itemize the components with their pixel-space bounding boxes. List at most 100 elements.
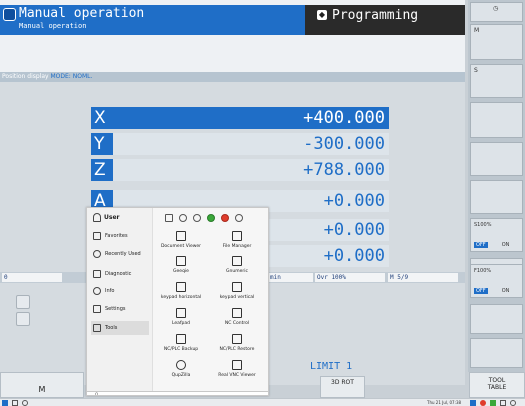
spindle-off-on: OFF ON — [474, 242, 510, 248]
image-icon — [176, 256, 186, 266]
axis-row-y: Y -300.000 — [91, 133, 389, 155]
start-icon[interactable] — [2, 400, 8, 406]
vnc-icon — [232, 360, 242, 370]
softkey-3d-rot[interactable]: 3D ROT — [320, 376, 365, 398]
feed-override-label: F100% — [474, 268, 492, 274]
spindle-override-button[interactable]: S100% OFF ON — [470, 218, 523, 252]
start-menu: User Favorites Recently Used Diagnostic … — [86, 207, 269, 396]
info-icon: ◷ — [493, 5, 499, 12]
header: Manual operation Manual operation ◆ Prog… — [0, 0, 465, 72]
clock-icon — [93, 250, 101, 258]
left-tool-button[interactable] — [16, 312, 30, 326]
spreadsheet-icon — [232, 256, 242, 266]
s-function-button[interactable]: S — [470, 64, 523, 98]
mode-label: Programming — [332, 8, 419, 23]
menu-item-favorites[interactable]: Favorites — [91, 229, 149, 243]
programming-icon: ◆ — [317, 10, 327, 20]
left-tool-button[interactable] — [16, 295, 30, 309]
alert-icon[interactable] — [480, 400, 486, 406]
menu-item-settings[interactable]: Settings — [91, 302, 149, 316]
app-gnumeric[interactable]: Gnumeric — [209, 254, 265, 280]
position-display-bar: Position display MODE: NOML. — [0, 72, 465, 82]
app-keypad-vertical[interactable]: keypad vertical — [209, 280, 265, 306]
app-qupzilla[interactable]: QupZilla — [153, 358, 209, 384]
status-t: 0 — [2, 273, 62, 282]
switch-user-icon[interactable] — [193, 214, 201, 222]
tool-table-line1: TOOL — [488, 377, 506, 384]
blank-softkey[interactable] — [470, 142, 523, 176]
position-display-label: Position display — [2, 73, 49, 80]
axis-row-z: Z +788.000 — [91, 159, 389, 181]
app-document-viewer[interactable]: Document Viewer — [153, 229, 209, 255]
status-feed: min — [268, 273, 313, 282]
blank-softkey[interactable] — [470, 180, 523, 214]
softkey-tool-table[interactable]: TOOL TABLE — [469, 372, 525, 398]
lock-icon[interactable] — [500, 400, 506, 406]
menu-search-input[interactable]: Q — [87, 391, 268, 395]
axis-value: +788.000 — [303, 160, 385, 180]
gear-icon[interactable] — [22, 400, 28, 406]
right-softkey-panel: ◷ M S S100% OFF ON F100% OFF ON — [468, 0, 525, 372]
user-icon — [93, 213, 101, 222]
leafpad-icon — [176, 308, 186, 318]
axis-value: +0.000 — [323, 191, 385, 211]
status-icon[interactable] — [490, 400, 496, 406]
backup-icon — [176, 334, 186, 344]
window-icon[interactable] — [12, 400, 18, 406]
softkey-3d-rot-label: 3D ROT — [331, 379, 354, 386]
info-button[interactable]: ◷ — [470, 2, 523, 22]
page-title: Manual operation — [19, 6, 145, 21]
status-m: M 5/9 — [388, 273, 458, 282]
restore-icon — [232, 334, 242, 344]
power-icon[interactable] — [221, 214, 229, 222]
lock-icon[interactable] — [179, 214, 187, 222]
app-nc-plc-restore[interactable]: NC/PLC Restore — [209, 332, 265, 358]
tools-icon — [93, 324, 101, 332]
position-display-mode: MODE: NOML. — [50, 73, 93, 80]
nc-control-icon — [232, 308, 242, 318]
app-nc-plc-backup[interactable]: NC/PLC Backup — [153, 332, 209, 358]
app-keypad-horizontal[interactable]: keypad horizontal — [153, 280, 209, 306]
app-file-manager[interactable]: File Manager — [209, 229, 265, 255]
spindle-override-label: S100% — [474, 222, 492, 228]
axis-value: -300.000 — [303, 134, 385, 154]
status-override: Ovr 100% — [315, 273, 385, 282]
title-bar: Manual operation Manual operation — [0, 5, 305, 35]
page-subtitle: Manual operation — [19, 22, 87, 30]
axis-letter: Y — [91, 133, 113, 155]
app-geeqie[interactable]: Geeqie — [153, 254, 209, 280]
mode-indicator[interactable]: ◆ Programming — [305, 5, 465, 35]
overflow-icon[interactable] — [235, 214, 243, 222]
app-icon — [3, 8, 16, 21]
folder-icon — [93, 232, 101, 240]
blank-softkey[interactable] — [470, 304, 523, 334]
feed-override-button[interactable]: F100% OFF ON — [470, 264, 523, 298]
menu-categories: User Favorites Recently Used Diagnostic … — [87, 208, 153, 391]
feed-off-on: OFF ON — [474, 288, 510, 294]
network-icon[interactable] — [470, 400, 476, 406]
softkey-m[interactable]: M — [0, 372, 84, 398]
axis-row-x: X +400.000 — [91, 107, 389, 129]
menu-item-info[interactable]: Info — [91, 284, 149, 298]
menu-item-tools[interactable]: Tools — [91, 321, 149, 335]
axis-value: +0.000 — [323, 246, 385, 266]
menu-item-recently-used[interactable]: Recently Used — [91, 247, 149, 261]
app-real-vnc-viewer[interactable]: Real VNC Viewer — [209, 358, 265, 384]
axis-value: +400.000 — [303, 108, 385, 128]
menu-item-diagnostic[interactable]: Diagnostic — [91, 267, 149, 281]
keypad-vertical-icon — [232, 282, 242, 292]
power-icon[interactable] — [510, 400, 516, 406]
m-label: M — [474, 27, 480, 34]
restart-icon[interactable] — [207, 214, 215, 222]
menu-top-icons — [165, 213, 265, 225]
folder-icon — [232, 231, 242, 241]
blank-softkey[interactable] — [470, 338, 523, 368]
settings-icon — [93, 305, 101, 313]
tool-holder-button[interactable] — [470, 102, 523, 138]
s-label: S — [474, 67, 478, 74]
user-label[interactable]: User — [93, 213, 119, 222]
app-nc-control[interactable]: NC Control — [209, 306, 265, 332]
settings-icon[interactable] — [165, 214, 173, 222]
app-leafpad[interactable]: Leafpad — [153, 306, 209, 332]
m-function-button[interactable]: M — [470, 24, 523, 60]
